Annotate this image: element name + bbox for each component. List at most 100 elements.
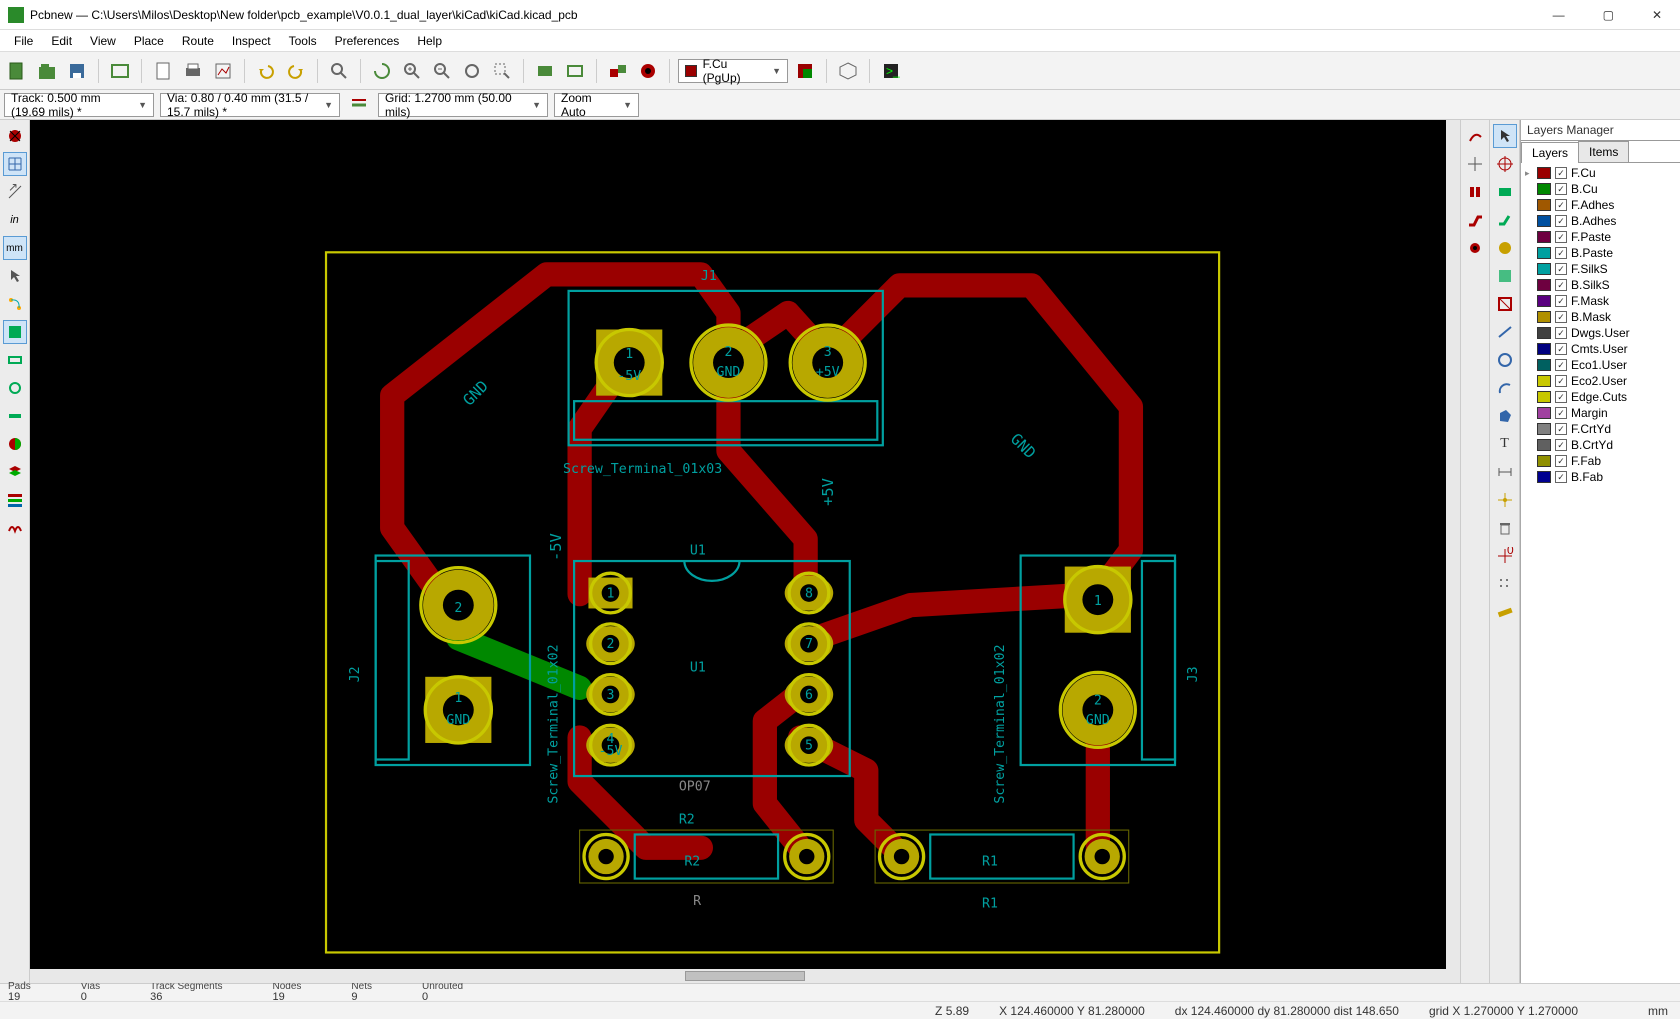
- via-size-combo[interactable]: Via: 0.80 / 0.40 mm (31.5 / 15.7 mils) *…: [160, 93, 340, 117]
- via-outline-icon[interactable]: [3, 376, 27, 400]
- layer-visible-checkbox[interactable]: ✓: [1555, 439, 1567, 451]
- zoom-fit-icon[interactable]: [459, 58, 485, 84]
- zoom-refresh-icon[interactable]: [369, 58, 395, 84]
- add-module-icon[interactable]: [1493, 180, 1517, 204]
- layer-visible-checkbox[interactable]: ✓: [1555, 407, 1567, 419]
- layer-row[interactable]: ✓B.Cu: [1525, 181, 1676, 197]
- layer-row[interactable]: ✓B.Mask: [1525, 309, 1676, 325]
- layers-manager-icon[interactable]: [3, 488, 27, 512]
- high-contrast-icon[interactable]: [3, 432, 27, 456]
- layer-pair-icon[interactable]: [792, 58, 818, 84]
- layer-visible-checkbox[interactable]: ✓: [1555, 423, 1567, 435]
- tab-items[interactable]: Items: [1578, 141, 1629, 162]
- close-button[interactable]: ✕: [1642, 4, 1672, 26]
- layer-row[interactable]: ▸✓F.Cu: [1525, 165, 1676, 181]
- highlight-net-icon[interactable]: [1463, 124, 1487, 148]
- grid-combo[interactable]: Grid: 1.2700 mm (50.00 mils)▼: [378, 93, 548, 117]
- menu-file[interactable]: File: [6, 32, 41, 50]
- layer-visible-checkbox[interactable]: ✓: [1555, 279, 1567, 291]
- layer-visible-checkbox[interactable]: ✓: [1555, 199, 1567, 211]
- add-via-icon[interactable]: [1463, 236, 1487, 260]
- menu-edit[interactable]: Edit: [43, 32, 80, 50]
- add-track-icon[interactable]: [1493, 208, 1517, 232]
- layer-row[interactable]: ✓Edge.Cuts: [1525, 389, 1676, 405]
- menu-place[interactable]: Place: [126, 32, 172, 50]
- add-arc-icon[interactable]: [1493, 376, 1517, 400]
- zoom-out-icon[interactable]: [429, 58, 455, 84]
- menu-view[interactable]: View: [82, 32, 124, 50]
- tab-layers[interactable]: Layers: [1521, 142, 1579, 163]
- add-line-icon[interactable]: [1493, 320, 1517, 344]
- show-ratsnest-curved-icon[interactable]: [3, 292, 27, 316]
- layer-visible-checkbox[interactable]: ✓: [1555, 295, 1567, 307]
- drc-icon[interactable]: [635, 58, 661, 84]
- menu-inspect[interactable]: Inspect: [224, 32, 279, 50]
- layer-visible-checkbox[interactable]: ✓: [1555, 359, 1567, 371]
- layer-row[interactable]: ✓F.Adhes: [1525, 197, 1676, 213]
- units-inch-icon[interactable]: in: [3, 208, 27, 232]
- layer-visible-checkbox[interactable]: ✓: [1555, 311, 1567, 323]
- layer-row[interactable]: ✓F.Paste: [1525, 229, 1676, 245]
- show-filled-zones-icon[interactable]: [3, 320, 27, 344]
- update-pcb-icon[interactable]: [605, 58, 631, 84]
- auto-track-width-icon[interactable]: [346, 92, 372, 118]
- layer-visible-checkbox[interactable]: ✓: [1555, 231, 1567, 243]
- route-track-icon[interactable]: [1463, 208, 1487, 232]
- menu-tools[interactable]: Tools: [281, 32, 325, 50]
- new-icon[interactable]: [4, 58, 30, 84]
- track-outline-icon[interactable]: [3, 404, 27, 428]
- add-anchor-icon[interactable]: [1493, 488, 1517, 512]
- zoom-in-icon[interactable]: [399, 58, 425, 84]
- layer-row[interactable]: ✓F.CrtYd: [1525, 421, 1676, 437]
- add-zone-icon[interactable]: [1493, 264, 1517, 288]
- track-width-combo[interactable]: Track: 0.500 mm (19.69 mils) *▼: [4, 93, 154, 117]
- 3d-viewer-icon[interactable]: [835, 58, 861, 84]
- cursor-shape-icon[interactable]: [3, 264, 27, 288]
- microwave-toolbar-icon[interactable]: [3, 516, 27, 540]
- layer-row[interactable]: ✓B.Fab: [1525, 469, 1676, 485]
- scripting-icon[interactable]: >_: [878, 58, 904, 84]
- open-icon[interactable]: [34, 58, 60, 84]
- pcb-canvas[interactable]: J1 Screw_Terminal_01x03 1 -5V 2 GND: [30, 120, 1460, 983]
- layer-row[interactable]: ✓Margin: [1525, 405, 1676, 421]
- layer-visible-checkbox[interactable]: ✓: [1555, 455, 1567, 467]
- local-ratsnest-icon[interactable]: [1463, 152, 1487, 176]
- grid-origin-icon[interactable]: [1493, 572, 1517, 596]
- layer-visible-checkbox[interactable]: ✓: [1555, 263, 1567, 275]
- layer-row[interactable]: ✓B.CrtYd: [1525, 437, 1676, 453]
- redo-icon[interactable]: [283, 58, 309, 84]
- print-icon[interactable]: [180, 58, 206, 84]
- layer-row[interactable]: ✓Cmts.User: [1525, 341, 1676, 357]
- layer-row[interactable]: ✓F.Fab: [1525, 453, 1676, 469]
- add-polygon-icon[interactable]: [1493, 404, 1517, 428]
- layer-row[interactable]: ✓B.SilkS: [1525, 277, 1676, 293]
- layer-row[interactable]: ✓Dwgs.User: [1525, 325, 1676, 341]
- layer-visible-checkbox[interactable]: ✓: [1555, 183, 1567, 195]
- zoom-selection-icon[interactable]: [489, 58, 515, 84]
- layer-visible-checkbox[interactable]: ✓: [1555, 375, 1567, 387]
- minimize-button[interactable]: —: [1543, 4, 1575, 26]
- layer-row[interactable]: ✓F.SilkS: [1525, 261, 1676, 277]
- canvas-scroll-h[interactable]: [30, 969, 1460, 983]
- delete-icon[interactable]: [1493, 516, 1517, 540]
- canvas-scroll-v[interactable]: [1446, 120, 1460, 969]
- add-text-icon[interactable]: T: [1493, 432, 1517, 456]
- plot-icon[interactable]: [210, 58, 236, 84]
- place-target-icon[interactable]: [1493, 152, 1517, 176]
- maximize-button[interactable]: ▢: [1593, 4, 1624, 26]
- polar-coords-icon[interactable]: ↗: [3, 180, 27, 204]
- add-circle-icon[interactable]: [1493, 348, 1517, 372]
- footprint-viewer-icon[interactable]: [562, 58, 588, 84]
- add-footprint-icon[interactable]: [1463, 180, 1487, 204]
- save-icon[interactable]: [64, 58, 90, 84]
- menu-route[interactable]: Route: [174, 32, 222, 50]
- pad-outline-icon[interactable]: [3, 348, 27, 372]
- measure-icon[interactable]: [1493, 600, 1517, 624]
- add-keepout-icon[interactable]: [1493, 292, 1517, 316]
- units-mm-icon[interactable]: mm: [3, 236, 27, 260]
- menu-help[interactable]: Help: [409, 32, 450, 50]
- layer-visible-checkbox[interactable]: ✓: [1555, 343, 1567, 355]
- board-setup-icon[interactable]: [107, 58, 133, 84]
- layer-row[interactable]: ✓B.Paste: [1525, 245, 1676, 261]
- layer-row[interactable]: ✓Eco2.User: [1525, 373, 1676, 389]
